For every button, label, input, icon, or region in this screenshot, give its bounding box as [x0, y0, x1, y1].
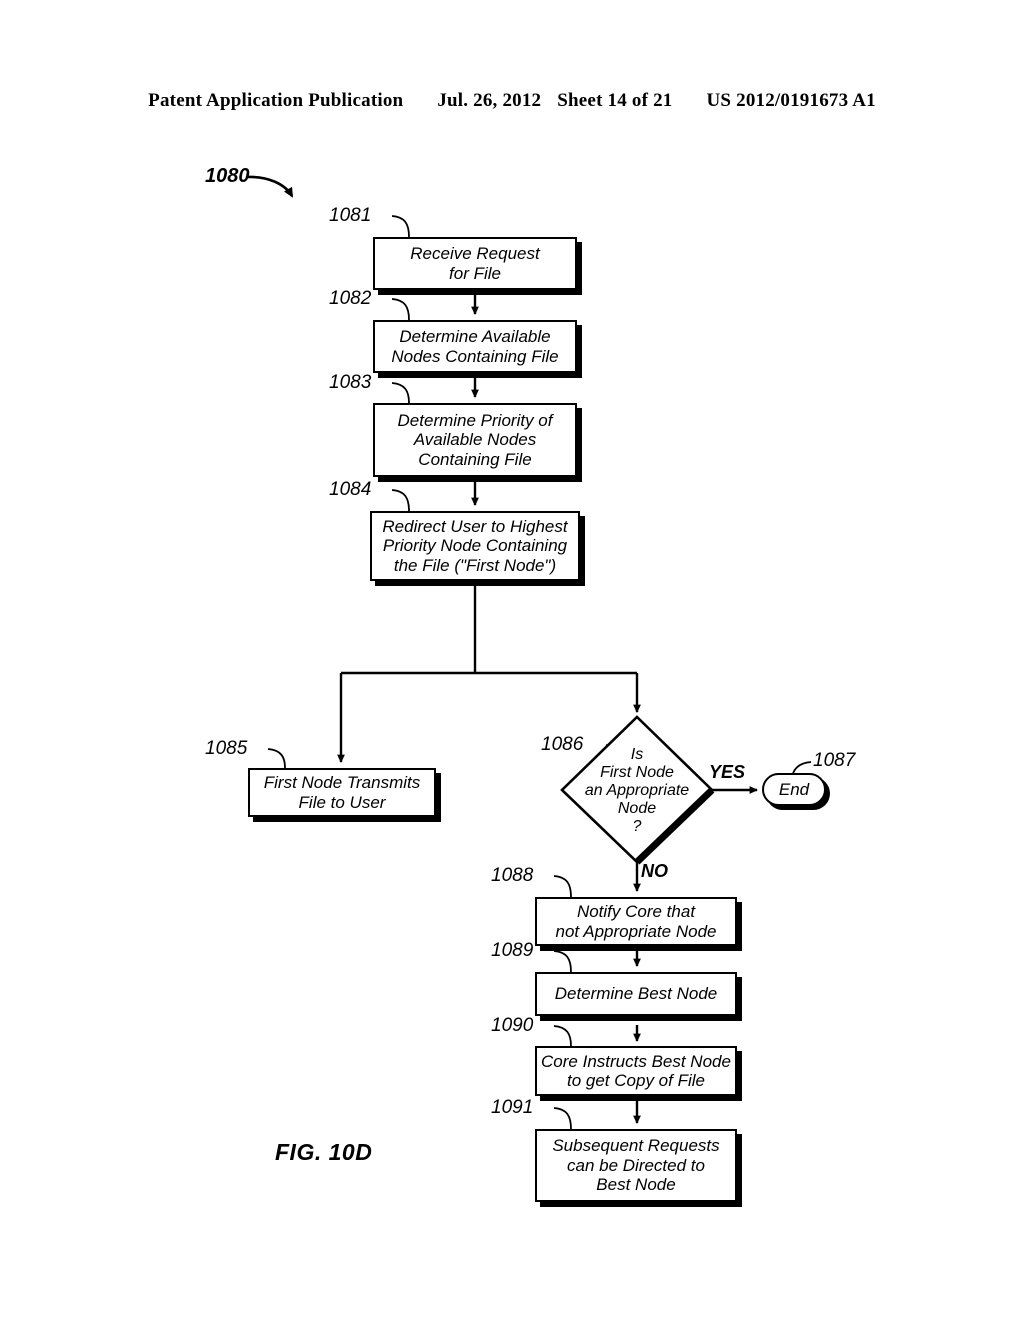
- decision-label-1086: Is First Node an Appropriate Node ?: [584, 746, 690, 835]
- flowchart-figure: 1080 1081 1082 1083 1084 1085 1086 1087 …: [0, 0, 1024, 1320]
- flowchart-connectors: [245, 175, 812, 1130]
- ref-numeral-1088: 1088: [491, 865, 534, 886]
- leader-1085: [267, 748, 286, 769]
- flow-ref-arrow-1080: [245, 175, 294, 198]
- terminator-end-1087: End: [762, 773, 826, 806]
- process-box-1089: Determine Best Node: [535, 972, 737, 1016]
- branch-label-no: NO: [641, 861, 668, 881]
- ref-numeral-1083: 1083: [329, 372, 372, 393]
- process-box-1081: Receive Request for File: [373, 237, 577, 290]
- process-box-1084: Redirect User to Highest Priority Node C…: [370, 511, 580, 581]
- ref-numeral-1091: 1091: [491, 1097, 534, 1118]
- branch-label-yes: YES: [709, 762, 746, 782]
- leader-1090: [553, 1025, 572, 1047]
- leader-1088: [553, 875, 572, 898]
- leader-1089: [553, 950, 572, 973]
- process-box-1091: Subsequent Requests can be Directed to B…: [535, 1129, 737, 1202]
- ref-numeral-1085: 1085: [205, 738, 248, 759]
- ref-numeral-1081: 1081: [329, 205, 372, 226]
- ref-numeral-1084: 1084: [329, 479, 372, 500]
- leader-1083: [391, 382, 410, 404]
- leader-1082: [391, 298, 410, 321]
- leader-1091: [553, 1107, 572, 1130]
- leader-1081: [391, 215, 410, 238]
- leader-1084: [391, 489, 410, 512]
- ref-numeral-1090: 1090: [491, 1015, 534, 1036]
- process-box-1083: Determine Priority of Available Nodes Co…: [373, 403, 577, 477]
- process-box-1090: Core Instructs Best Node to get Copy of …: [535, 1046, 737, 1096]
- process-box-1085: First Node Transmits File to User: [248, 768, 436, 817]
- ref-numeral-1089: 1089: [491, 940, 534, 961]
- process-box-1082: Determine Available Nodes Containing Fil…: [373, 320, 577, 373]
- ref-numeral-1080: 1080: [205, 165, 250, 187]
- process-box-1088: Notify Core that not Appropriate Node: [535, 897, 737, 946]
- ref-numeral-1087: 1087: [813, 750, 856, 771]
- ref-numeral-1082: 1082: [329, 288, 372, 309]
- figure-caption: FIG. 10D: [275, 1139, 373, 1165]
